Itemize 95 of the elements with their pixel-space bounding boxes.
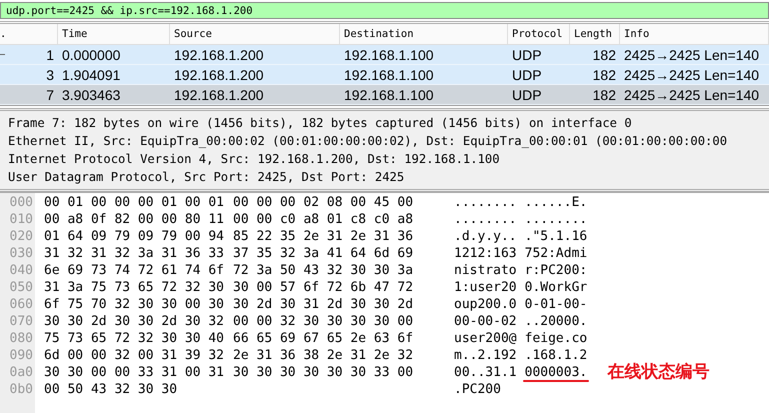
hex-bytes: 00 01 00 00 00 01 00 01 xyxy=(44,194,224,211)
ascii-text: 1:user20 xyxy=(454,279,517,296)
table-cell-text: 192.168.1.200 xyxy=(173,46,265,62)
ascii-text: user200@ xyxy=(454,330,517,347)
hex-bytes: 00 00 c0 a8 01 c8 c0 a8 xyxy=(233,211,414,228)
offset-label: 090 xyxy=(8,347,34,364)
ascii-text: .PC200 xyxy=(454,381,501,398)
hex-bytes: 37 35 32 3a 41 64 6d 69 xyxy=(233,245,414,262)
table-cell-text: UDP xyxy=(511,86,543,102)
hex-bytes: 6e 69 73 74 72 61 74 6f xyxy=(44,262,224,279)
ascii-text: 0-01-00- xyxy=(524,296,588,313)
table-cell-text: 192.168.1.100 xyxy=(343,86,435,102)
hex-bytes: 30 30 2d 30 30 2d 30 32 xyxy=(44,313,224,330)
column-header[interactable]: Protocol xyxy=(508,24,570,44)
packet-row[interactable]: 3 1.904091 192.168.1.200 192.168.1.100 UDP 182 2425→2425 Len=140 xyxy=(0,65,769,85)
column-header[interactable]: Destination xyxy=(340,24,508,44)
hex-bytes: 30 30 30 30 30 30 33 00 xyxy=(233,364,414,381)
hex-bytes: 00 00 32 30 30 30 30 00 xyxy=(233,313,414,330)
offset-label: 070 xyxy=(8,313,34,330)
tree-item[interactable]: Ethernet II, Src: EquipTra_00:00:02 (00:01:00:00:00:02), Dst: EquipTra_00:00:01 (00:01:00:00:00:00 xyxy=(8,132,769,150)
table-cell-text: UDP xyxy=(511,46,543,62)
table-cell-text: 2425→2425 Len=140 xyxy=(623,86,760,102)
table-cell-text: 192.168.1.200 xyxy=(173,86,265,102)
packet-row[interactable]: 1 0.000000 192.168.1.200 192.168.1.100 UDP 182 2425→2425 Len=140 xyxy=(0,45,769,65)
hex-bytes: 2e 31 36 38 2e 31 2e 32 xyxy=(233,347,414,364)
ascii-text: ..20000. xyxy=(524,313,588,330)
hex-bytes: 72 3a 50 43 32 30 30 3a xyxy=(233,262,414,279)
ascii-text: 0000003. xyxy=(524,365,588,380)
hex-bytes: 6f 75 70 32 30 30 00 30 xyxy=(44,296,224,313)
filter-field[interactable]: udp.port==2425 && ip.src==192.168.1.200 xyxy=(0,2,769,19)
hex-bytes: 66 65 69 67 65 2e 63 6f xyxy=(233,330,414,347)
hex-bytes: 31 32 31 32 3a 31 36 33 xyxy=(44,245,224,262)
ascii-text: .d.y.y.. xyxy=(454,228,517,245)
ascii-text: feige.co xyxy=(524,330,588,347)
column-header[interactable]: Time xyxy=(58,24,170,44)
offset-label: 020 xyxy=(8,228,34,245)
ascii-text: ."5.1.16 xyxy=(524,228,588,245)
hex-bytes: 01 64 09 79 09 79 00 94 xyxy=(44,228,224,245)
table-cell-text: 192.168.1.100 xyxy=(343,46,435,62)
table-cell-text: 2425→2425 Len=140 xyxy=(623,46,760,62)
ascii-text: ........ xyxy=(524,211,588,228)
offset-label: 010 xyxy=(8,211,34,228)
tree-item[interactable]: Internet Protocol Version 4, Src: 192.168.1.200, Dst: 192.168.1.100 xyxy=(8,150,769,168)
hex-bytes: 00 00 00 02 08 00 45 00 xyxy=(233,194,414,211)
offset-label: 000 xyxy=(8,194,34,211)
ascii-text: .168.1.2 xyxy=(524,347,588,364)
annotation-text: 在线状态编号 xyxy=(607,364,710,381)
packet-row[interactable]: 7 3.903463 192.168.1.200 192.168.1.100 UDP 182 2425→2425 Len=140 xyxy=(0,85,769,105)
tree-item[interactable]: User Datagram Protocol, Src Port: 2425, Dst Port: 2425 xyxy=(8,168,769,186)
offset-label: 030 xyxy=(8,245,34,262)
ascii-text: nistrato xyxy=(454,262,517,279)
ascii-text: oup200.0 xyxy=(454,296,517,313)
column-header[interactable]: Source xyxy=(170,24,340,44)
offset-label: 0a0 xyxy=(8,364,34,381)
ascii-text: 0.WorkGr xyxy=(524,279,588,296)
table-cell-text: 192.168.1.100 xyxy=(343,66,435,82)
hex-bytes: 30 00 57 6f 72 6b 47 72 xyxy=(233,279,414,296)
table-cell-text: 192.168.1.200 xyxy=(173,66,265,82)
hex-bytes: 6d 00 00 32 00 31 39 32 xyxy=(44,347,224,364)
offset-label: 080 xyxy=(8,330,34,347)
ascii-text: 00-00-02 xyxy=(454,313,517,330)
hex-bytes: 31 3a 75 73 65 72 32 30 xyxy=(44,279,224,296)
table-cell-text: 0.000000 xyxy=(61,46,122,62)
table-cell-text: 3.903463 xyxy=(61,86,122,102)
hex-bytes: 00 a8 0f 82 00 00 80 11 xyxy=(44,211,224,228)
table-cell-text: 1.904091 xyxy=(61,66,122,82)
table-cell-text: UDP xyxy=(511,66,543,82)
ascii-text: 1212:163 xyxy=(454,245,517,262)
hex-bytes: 75 73 65 72 32 30 30 40 xyxy=(44,330,224,347)
ascii-text: ........ xyxy=(454,211,517,228)
column-header[interactable]: Length xyxy=(570,24,620,44)
table-cell-text: 182 xyxy=(592,46,617,62)
table-cell-text: 1 xyxy=(45,46,55,62)
column-header[interactable]: . xyxy=(0,24,58,44)
hex-bytes: 85 22 35 2e 31 2e 31 36 xyxy=(233,228,414,245)
table-cell-text: 7 xyxy=(45,86,55,102)
offset-label: 0b0 xyxy=(8,381,34,398)
ascii-text: ......E. xyxy=(524,194,588,211)
table-cell-text: 3 xyxy=(45,66,55,82)
hex-bytes: 00 50 43 32 30 30 xyxy=(44,381,178,398)
ascii-text: m..2.192 xyxy=(454,347,517,364)
hex-bytes: 30 2d 30 31 2d 30 30 2d xyxy=(233,296,414,313)
column-header[interactable]: Info xyxy=(620,24,769,44)
hex-bytes: 30 30 00 00 33 31 00 31 xyxy=(44,364,224,381)
table-cell-text: 182 xyxy=(592,86,617,102)
offset-label: 060 xyxy=(8,296,34,313)
offset-label: 050 xyxy=(8,279,34,296)
offset-label: 040 xyxy=(8,262,34,279)
table-cell-text: 182 xyxy=(592,66,617,82)
ascii-text: ........ xyxy=(454,194,517,211)
ascii-text: 00..31.1 xyxy=(454,364,517,381)
tree-item[interactable]: Frame 7: 182 bytes on wire (1456 bits), 182 bytes captured (1456 bits) on interface 0 xyxy=(8,114,769,132)
table-cell-text: 2425→2425 Len=140 xyxy=(623,66,760,82)
ascii-text: 752:Admi xyxy=(524,245,588,262)
ascii-text: r:PC200: xyxy=(524,262,588,279)
